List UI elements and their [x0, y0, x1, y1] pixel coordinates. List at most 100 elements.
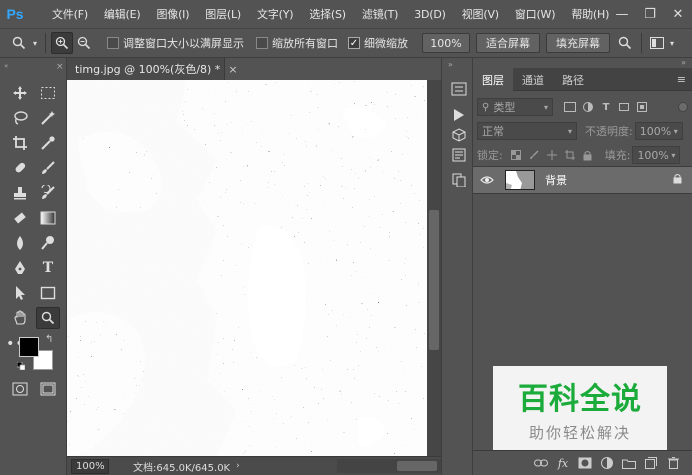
zoom-tool-preset-icon[interactable]	[8, 32, 30, 54]
screen-mode-icon[interactable]	[36, 378, 60, 400]
gradient-tool-icon[interactable]	[36, 207, 60, 229]
vertical-scroll-thumb[interactable]	[429, 210, 439, 350]
pixel-filter-icon[interactable]	[563, 100, 577, 114]
eraser-icon[interactable]	[8, 207, 32, 229]
foreground-color-swatch[interactable]	[19, 337, 39, 357]
fx-icon[interactable]: fx	[552, 454, 574, 472]
checkbox-box[interactable]	[107, 37, 119, 49]
vertical-scrollbar[interactable]	[427, 80, 441, 456]
default-colors-icon[interactable]	[16, 360, 26, 371]
paragraph-panel-icon[interactable]	[450, 171, 468, 189]
brush-tool-icon[interactable]	[36, 157, 60, 179]
fill-field[interactable]: 100% ▾	[632, 146, 681, 164]
layer-kind-filter[interactable]: ⚲ 类型 ▾	[477, 98, 553, 116]
group-icon[interactable]	[618, 454, 640, 472]
zoom-all-windows-checkbox[interactable]: 缩放所有窗口	[256, 35, 338, 51]
filter-toggle-icon[interactable]	[678, 102, 688, 112]
fit-screen-button[interactable]: 适合屏幕	[476, 33, 540, 53]
hand-tool-icon[interactable]	[8, 307, 32, 329]
path-selection-icon[interactable]	[8, 282, 32, 304]
link-icon[interactable]	[530, 454, 552, 472]
opacity-field[interactable]: 100% ▾	[634, 122, 683, 140]
fill-screen-button[interactable]: 填充屏幕	[546, 33, 610, 53]
scrubby-zoom-checkbox[interactable]: ✓ 细微缩放	[348, 35, 408, 51]
lock-position-icon[interactable]	[545, 148, 559, 162]
crop-tool-icon[interactable]	[8, 132, 32, 154]
marquee-tool-icon[interactable]	[36, 82, 60, 104]
preset-dropdown-icon[interactable]: ▾	[30, 32, 40, 54]
menu-window[interactable]: 窗口(W)	[507, 6, 563, 22]
quick-mask-icon[interactable]	[8, 378, 32, 400]
minimize-button[interactable]: —	[608, 0, 636, 28]
new-layer-icon[interactable]	[640, 454, 662, 472]
menu-select[interactable]: 选择(S)	[301, 6, 354, 22]
close-document-icon[interactable]: ×	[228, 63, 237, 76]
document-size[interactable]: 文档:645.0K/645.0K	[133, 459, 230, 474]
maximize-button[interactable]: ❐	[636, 0, 664, 28]
zoom-level-field[interactable]: 100%	[71, 458, 109, 474]
clone-stamp-icon[interactable]	[8, 182, 32, 204]
panel-menu-icon[interactable]: ≡	[677, 68, 686, 90]
actions-play-icon[interactable]	[450, 106, 468, 124]
history-panel-icon[interactable]	[450, 80, 468, 98]
eye-icon[interactable]	[473, 175, 501, 185]
collapse-icon[interactable]: «	[4, 62, 8, 70]
zoom-out-icon[interactable]	[73, 32, 95, 54]
menu-3d[interactable]: 3D(D)	[406, 8, 454, 21]
search-icon[interactable]	[614, 32, 636, 54]
layer-name[interactable]: 背景	[545, 172, 567, 188]
adjustment-icon[interactable]	[596, 454, 618, 472]
tab-layers[interactable]: 图层	[473, 68, 513, 91]
mask-icon[interactable]	[574, 454, 596, 472]
menu-file[interactable]: 文件(F)	[44, 6, 96, 22]
trash-icon[interactable]	[662, 454, 684, 472]
canvas-area[interactable]	[67, 80, 427, 456]
menu-edit[interactable]: 编辑(E)	[96, 6, 149, 22]
close-toolbox-icon[interactable]: ×	[56, 62, 64, 72]
history-brush-icon[interactable]	[36, 182, 60, 204]
properties-panel-icon[interactable]	[450, 146, 468, 164]
tab-channels[interactable]: 通道	[513, 68, 553, 91]
smart-object-filter-icon[interactable]	[635, 100, 649, 114]
tab-paths[interactable]: 路径	[553, 68, 593, 91]
status-menu-icon[interactable]: ›	[236, 461, 240, 471]
magic-wand-icon[interactable]	[36, 107, 60, 129]
checkbox-box[interactable]	[256, 37, 268, 49]
rectangle-tool-icon[interactable]	[36, 282, 60, 304]
lock-transparent-icon[interactable]	[509, 148, 523, 162]
menu-type[interactable]: 文字(Y)	[249, 6, 301, 22]
zoom-100-button[interactable]: 100%	[422, 33, 470, 53]
shape-filter-icon[interactable]	[617, 100, 631, 114]
eyedropper-icon[interactable]	[36, 132, 60, 154]
move-tool-icon[interactable]	[8, 82, 32, 104]
workspace-icon[interactable]	[647, 32, 667, 54]
close-window-button[interactable]: ✕	[664, 0, 692, 28]
zoom-in-icon[interactable]	[51, 32, 73, 54]
3d-panel-icon[interactable]	[450, 126, 468, 144]
collapse-icon[interactable]: »	[681, 58, 686, 67]
checked-icon[interactable]: ✓	[348, 37, 360, 49]
lasso-tool-icon[interactable]	[8, 107, 32, 129]
resize-windows-checkbox[interactable]: 调整窗口大小以满屏显示	[107, 35, 244, 51]
menu-image[interactable]: 图像(I)	[148, 6, 197, 22]
healing-brush-icon[interactable]	[8, 157, 32, 179]
lock-artboard-icon[interactable]	[563, 148, 577, 162]
zoom-tool-icon[interactable]	[36, 307, 60, 329]
type-tool-icon[interactable]: T	[36, 257, 60, 279]
blend-mode-dropdown[interactable]: 正常 ▾	[477, 122, 577, 140]
menu-filter[interactable]: 滤镜(T)	[354, 6, 406, 22]
type-filter-icon[interactable]: T	[599, 100, 613, 114]
document-tab[interactable]: timg.jpg @ 100%(灰色/8) * ×	[67, 58, 238, 80]
menu-view[interactable]: 视图(V)	[454, 6, 507, 22]
lock-all-icon[interactable]	[581, 148, 595, 162]
lock-pixels-icon[interactable]	[527, 148, 541, 162]
menu-layer[interactable]: 图层(L)	[197, 6, 249, 22]
adjustment-filter-icon[interactable]	[581, 100, 595, 114]
blur-tool-icon[interactable]	[8, 232, 32, 254]
dodge-tool-icon[interactable]	[36, 232, 60, 254]
collapse-icon[interactable]: »	[448, 60, 453, 69]
workspace-dropdown-icon[interactable]: ▾	[667, 32, 677, 54]
pen-tool-icon[interactable]	[8, 257, 32, 279]
layer-row-background[interactable]: 背景	[473, 166, 692, 194]
horizontal-scroll-thumb[interactable]	[397, 461, 437, 471]
